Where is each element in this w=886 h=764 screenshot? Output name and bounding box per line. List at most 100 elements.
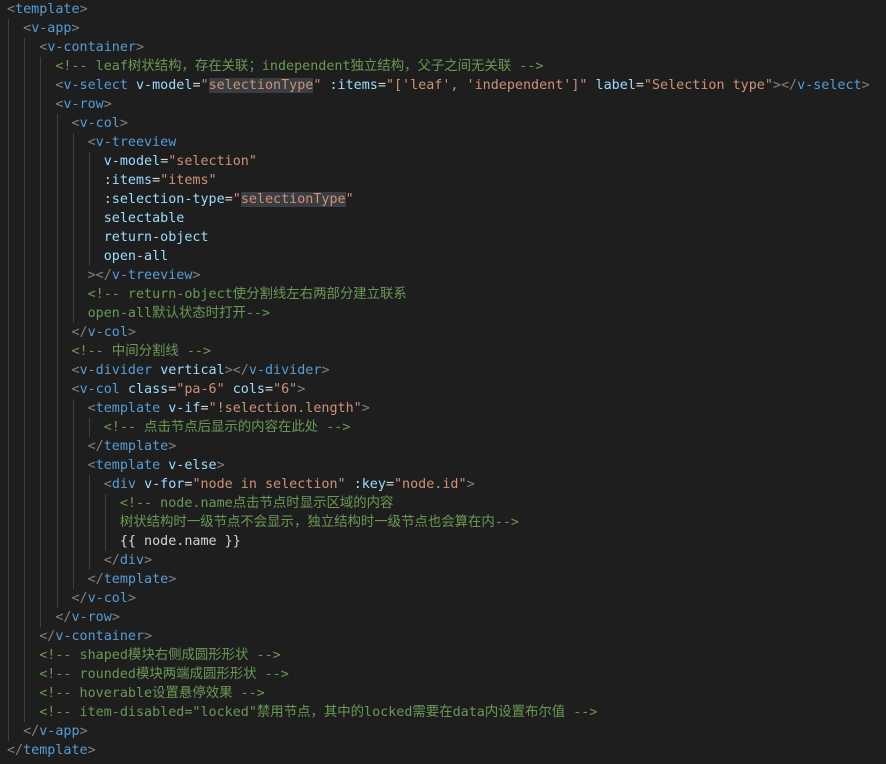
indent-guide [8,456,9,475]
code-line[interactable]: <template> [0,0,886,19]
code-line[interactable]: <template v-else> [0,456,886,475]
indent-guide [24,665,26,684]
code-line[interactable]: <!-- leaf树状结构，存在关联；independent独立结构，父子之间无… [0,57,886,76]
code-line[interactable]: <!-- item-disabled="locked"禁用节点，其中的locke… [0,703,886,722]
indent-guide [56,513,58,532]
token-tag: v-col [87,591,128,606]
code-line[interactable]: </v-row> [0,608,886,627]
code-line[interactable]: open-all [0,247,886,266]
indent-guide [72,285,74,304]
code-line[interactable]: </v-app> [0,722,886,741]
code-line[interactable]: <template v-if="!selection.length"> [0,399,886,418]
indent-guide [8,342,9,361]
code-line[interactable]: </template> [0,741,886,760]
indent-guide [24,228,26,247]
indent-guide [72,570,74,589]
code-line[interactable]: :selection-type="selectionType" [0,190,886,209]
code-line[interactable]: <div v-for="node in selection" :key="nod… [0,475,886,494]
code-line[interactable]: </div> [0,551,886,570]
indent-guide [24,608,26,627]
code-line[interactable]: <v-treeview [0,133,886,152]
code-line[interactable]: <v-col class="pa-6" cols="6"> [0,380,886,399]
token-punct: < [87,458,96,473]
token-punct: </ [23,724,40,739]
indent-guide [8,399,9,418]
code-line[interactable]: :items="items" [0,171,886,190]
code-line[interactable]: <!-- shaped模块右侧成圆形形状 --> [0,646,886,665]
code-line[interactable]: <!-- node.name点击节点时显示区域的内容 [0,494,886,513]
indent-guide [8,95,9,114]
token-punct: > [168,439,177,454]
indent-guide [8,228,9,247]
code-line[interactable]: <v-row> [0,95,886,114]
token-comment: <!-- 点击节点后显示的内容在此处 --> [103,420,351,435]
token-punct: > [127,591,136,606]
indent-guide [40,399,42,418]
indent-guide [24,551,26,570]
code-line[interactable]: ></v-treeview> [0,266,886,285]
token-comment: 树状结构时一级节点不会显示，独立结构时一级节点也会算在内--> [119,515,519,530]
code-line[interactable]: </v-container> [0,627,886,646]
indent-guide [89,171,90,190]
code-line[interactable]: </v-col> [0,323,886,342]
token-attr: class [127,382,169,397]
token-attr: v-else [168,458,217,473]
indent-guide [56,380,58,399]
indent-guide [40,304,42,323]
code-line[interactable]: <!-- rounded模块两端成圆形形状 --> [0,665,886,684]
indent-guide [8,627,9,646]
indent-guide [72,247,74,266]
token-comment: <!-- item-disabled="locked"禁用节点，其中的locke… [39,705,598,720]
code-line[interactable]: open-all默认状态时打开--> [0,304,886,323]
indent-guide [56,418,58,437]
code-line[interactable]: <!-- hoverable设置悬停效果 --> [0,684,886,703]
code-line[interactable]: <!-- 点击节点后显示的内容在此处 --> [0,418,886,437]
indent-guide [40,114,42,133]
code-line[interactable]: <v-app> [0,19,886,38]
indent-guide [8,171,9,190]
code-line[interactable]: <!-- 中间分割线 --> [0,342,886,361]
indent-guide [40,266,42,285]
code-line[interactable]: </template> [0,570,886,589]
token-comment: <!-- 中间分割线 --> [71,344,212,359]
token-punct: > [297,382,306,397]
code-line[interactable]: <v-select v-model="selectionType" :items… [0,76,886,95]
code-line[interactable]: <!-- return-object使分割线左右两部分建立联系 [0,285,886,304]
indent-guide [8,380,9,399]
token-tag: v-row [63,97,104,112]
code-line[interactable]: </template> [0,437,886,456]
indent-guide [40,247,42,266]
indent-guide [72,304,74,323]
code-line[interactable]: </v-col> [0,589,886,608]
indent-guide [72,152,74,171]
indent-guide [40,418,42,437]
code-line[interactable]: {{ node.name }} [0,532,886,551]
code-line[interactable]: selectable [0,209,886,228]
indent-guide [8,247,9,266]
indent-guide [56,456,58,475]
indent-guide [24,380,26,399]
indent-guide [40,228,42,247]
token-tag: div [119,553,145,568]
code-line[interactable]: <v-col> [0,114,886,133]
token-comment: <!-- node.name点击节点时显示区域的内容 [119,496,394,511]
code-line[interactable]: return-object [0,228,886,247]
code-line[interactable]: <v-container> [0,38,886,57]
code-line[interactable]: 树状结构时一级节点不会显示，独立结构时一级节点也会算在内--> [0,513,886,532]
indent-guide [8,285,9,304]
code-line[interactable]: <v-divider vertical></v-divider> [0,361,886,380]
indent-guide [24,304,26,323]
code-editor[interactable]: <template> <v-app> <v-container> <!-- le… [0,0,886,764]
code-line[interactable]: v-model="selection" [0,152,886,171]
token-punct: > [144,553,153,568]
token-punct: > [79,724,88,739]
indent-guide [24,171,26,190]
token-attr: v-for [144,477,185,492]
